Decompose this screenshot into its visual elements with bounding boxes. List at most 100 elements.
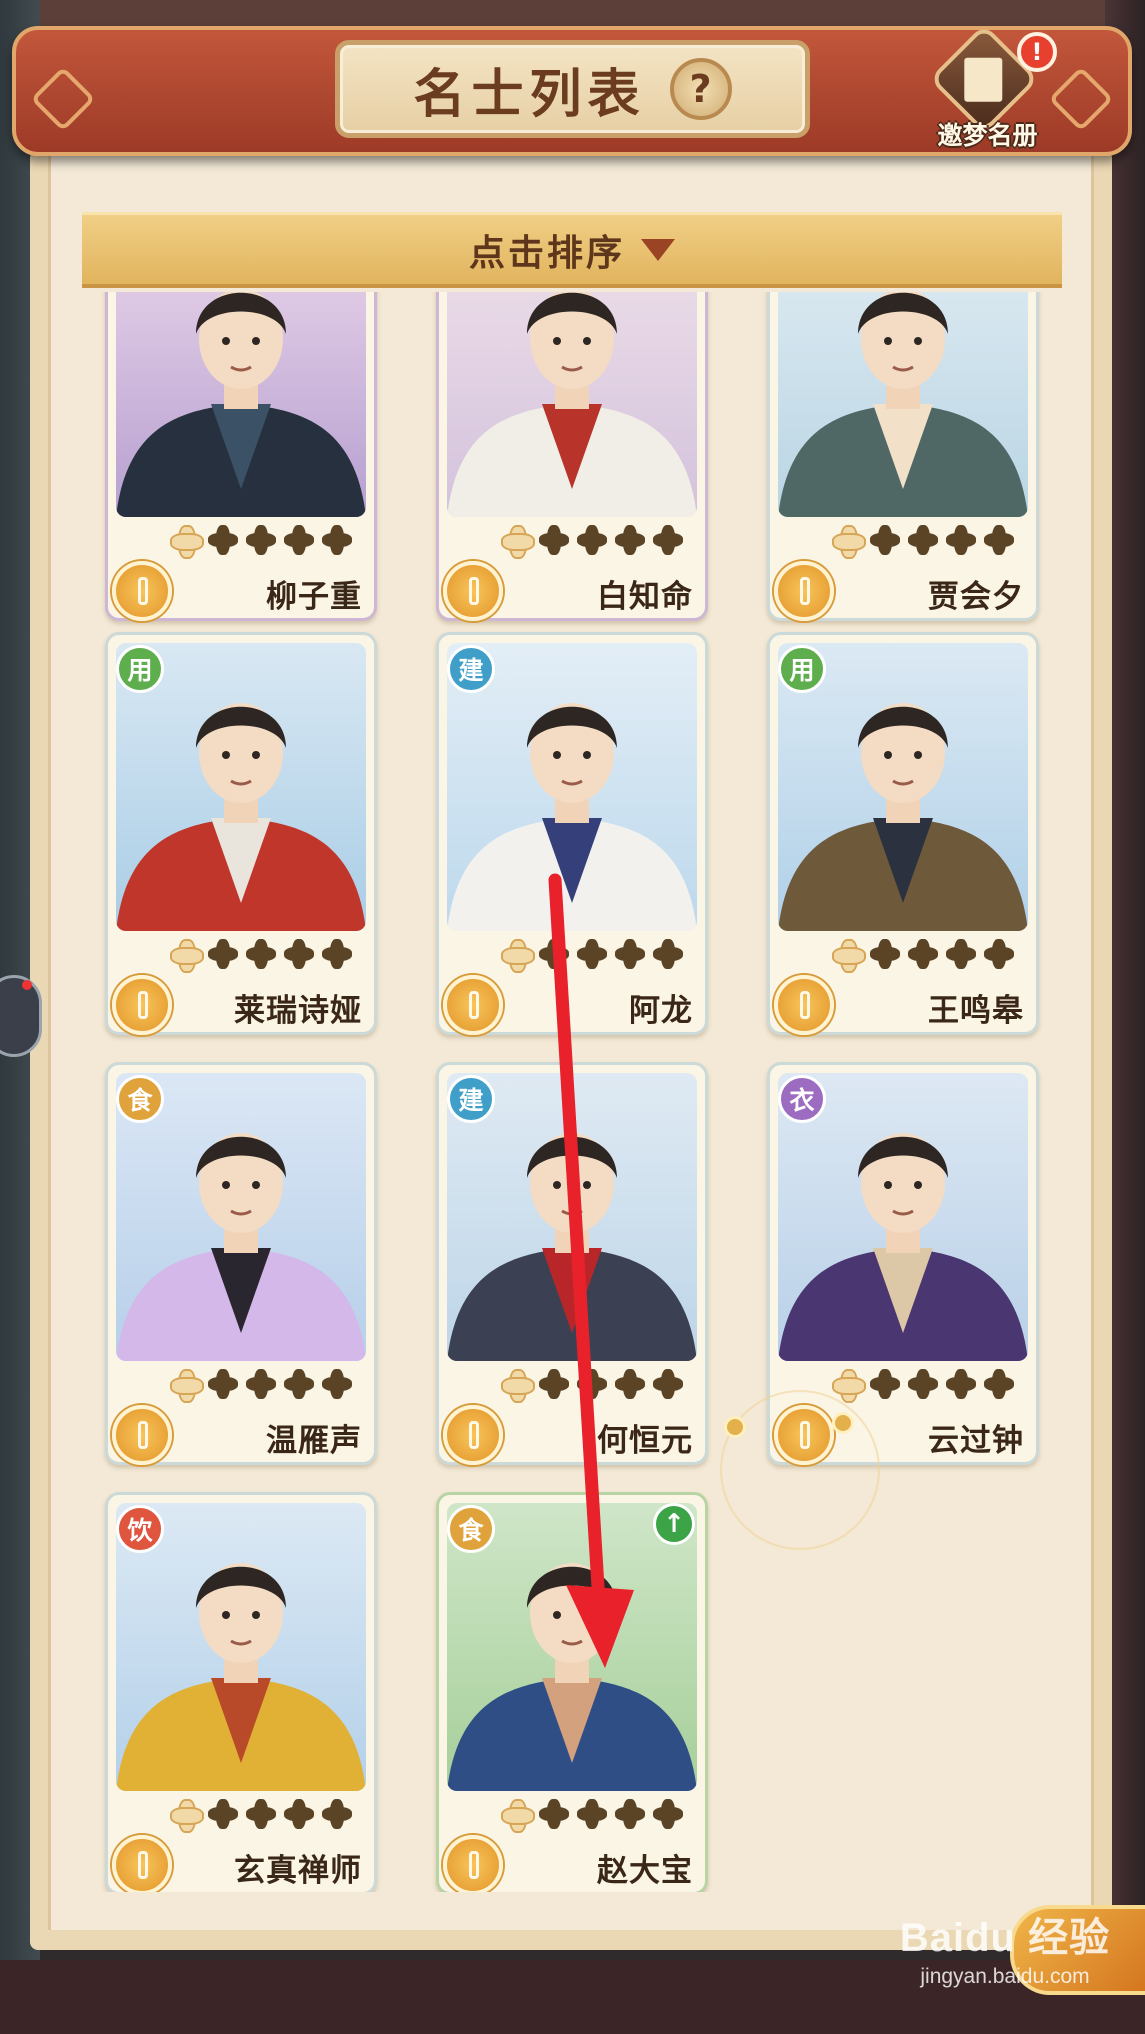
side-tab[interactable]: [0, 975, 42, 1057]
star-filled-icon: [982, 1367, 1016, 1401]
star-empty-icon: [499, 1797, 535, 1833]
character-name: 玄真禅师: [234, 1853, 362, 1889]
star-filled-icon: [575, 1367, 609, 1401]
star-filled-icon: [868, 523, 902, 557]
character-card[interactable]: 柳子重: [105, 292, 377, 621]
star-rating: [830, 523, 1016, 559]
character-name: 白知命: [597, 579, 693, 615]
dream-roster-button[interactable]: 邀梦名册 !: [925, 23, 1057, 155]
level-badge-icon: [774, 561, 834, 621]
star-filled-icon: [244, 523, 278, 557]
type-badge: 食: [447, 1505, 495, 1553]
character-card[interactable]: 食 ↑ 赵大宝: [436, 1492, 708, 1892]
star-filled-icon: [613, 937, 647, 971]
type-badge: 衣: [778, 1075, 826, 1123]
star-filled-icon: [906, 1367, 940, 1401]
star-filled-icon: [944, 937, 978, 971]
star-rating: [830, 1367, 1016, 1403]
star-rating: [499, 1367, 685, 1403]
star-filled-icon: [613, 1367, 647, 1401]
star-filled-icon: [537, 1367, 571, 1401]
star-filled-icon: [651, 523, 685, 557]
character-portrait: [778, 292, 1028, 517]
character-name: 赵大宝: [597, 1853, 693, 1889]
level-badge-icon: [112, 561, 172, 621]
type-badge: 饮: [116, 1505, 164, 1553]
star-filled-icon: [613, 523, 647, 557]
watermark: Baidu 经验 jingyan.baidu.com: [870, 1905, 1140, 1989]
character-card[interactable]: 建阿龙: [436, 632, 708, 1035]
star-filled-icon: [282, 1797, 316, 1831]
star-empty-icon: [830, 937, 866, 973]
character-card[interactable]: 建何恒元: [436, 1062, 708, 1465]
dream-roster-label: 邀梦名册: [937, 121, 1038, 150]
character-card[interactable]: 白知命: [436, 292, 708, 621]
level-badge-icon: [774, 975, 834, 1035]
star-rating: [499, 937, 685, 973]
star-filled-icon: [282, 523, 316, 557]
character-portrait: [116, 292, 366, 517]
page-title: 名士列表: [413, 63, 646, 125]
star-filled-icon: [906, 937, 940, 971]
star-filled-icon: [282, 937, 316, 971]
character-card[interactable]: 用王鸣皋: [767, 632, 1039, 1035]
star-filled-icon: [944, 523, 978, 557]
star-empty-icon: [499, 1367, 535, 1403]
character-name: 王鸣皋: [928, 993, 1024, 1029]
character-name: 云过钟: [928, 1423, 1024, 1459]
character-card[interactable]: 食温雁声: [105, 1062, 377, 1465]
star-filled-icon: [982, 523, 1016, 557]
star-filled-icon: [651, 937, 685, 971]
star-filled-icon: [206, 937, 240, 971]
question-icon[interactable]: ?: [669, 58, 732, 120]
coin-icon: [832, 1412, 854, 1434]
star-filled-icon: [906, 523, 940, 557]
star-empty-icon: [499, 937, 535, 973]
star-rating: [499, 523, 685, 559]
star-empty-icon: [168, 523, 204, 559]
type-badge: 建: [447, 645, 495, 693]
star-filled-icon: [320, 1367, 354, 1401]
level-badge-icon: [112, 1835, 172, 1892]
title-plate: 名士列表 ?: [335, 40, 810, 138]
level-badge-icon: [112, 1405, 172, 1465]
star-filled-icon: [651, 1797, 685, 1831]
star-filled-icon: [537, 937, 571, 971]
upgrade-arrow-icon: ↑: [653, 1503, 695, 1545]
star-filled-icon: [537, 523, 571, 557]
character-name: 温雁声: [266, 1423, 362, 1459]
character-name: 贾会夕: [928, 579, 1024, 615]
star-rating: [168, 1367, 354, 1403]
star-filled-icon: [244, 1797, 278, 1831]
star-filled-icon: [206, 1367, 240, 1401]
sparkle-effect: [720, 1390, 880, 1550]
star-filled-icon: [320, 937, 354, 971]
character-grid: 柳子重 白知命 贾会夕 用 莱瑞诗娅 建 阿龙 用 王鸣皋 食 温雁声 建 何恒…: [82, 292, 1062, 1892]
notification-dot: [22, 980, 32, 990]
character-card[interactable]: 饮玄真禅师: [105, 1492, 377, 1892]
character-card[interactable]: 贾会夕: [767, 292, 1039, 621]
star-filled-icon: [575, 937, 609, 971]
type-badge: 用: [778, 645, 826, 693]
star-empty-icon: [499, 523, 535, 559]
star-filled-icon: [944, 1367, 978, 1401]
star-filled-icon: [206, 1797, 240, 1831]
character-portrait: [447, 292, 697, 517]
sort-label: 点击排序: [468, 232, 625, 274]
star-empty-icon: [168, 1367, 204, 1403]
character-name: 柳子重: [266, 579, 362, 615]
level-badge-icon: [443, 561, 503, 621]
star-filled-icon: [244, 1367, 278, 1401]
character-card[interactable]: 用莱瑞诗娅: [105, 632, 377, 1035]
level-badge-icon: [443, 1405, 503, 1465]
star-filled-icon: [651, 1367, 685, 1401]
star-filled-icon: [320, 523, 354, 557]
alert-badge: !: [1017, 32, 1057, 72]
character-name: 阿龙: [629, 993, 693, 1029]
star-rating: [168, 937, 354, 973]
star-filled-icon: [982, 937, 1016, 971]
level-badge-icon: [112, 975, 172, 1035]
character-name: 莱瑞诗娅: [234, 993, 362, 1029]
star-filled-icon: [613, 1797, 647, 1831]
sort-button[interactable]: 点击排序: [82, 212, 1062, 288]
